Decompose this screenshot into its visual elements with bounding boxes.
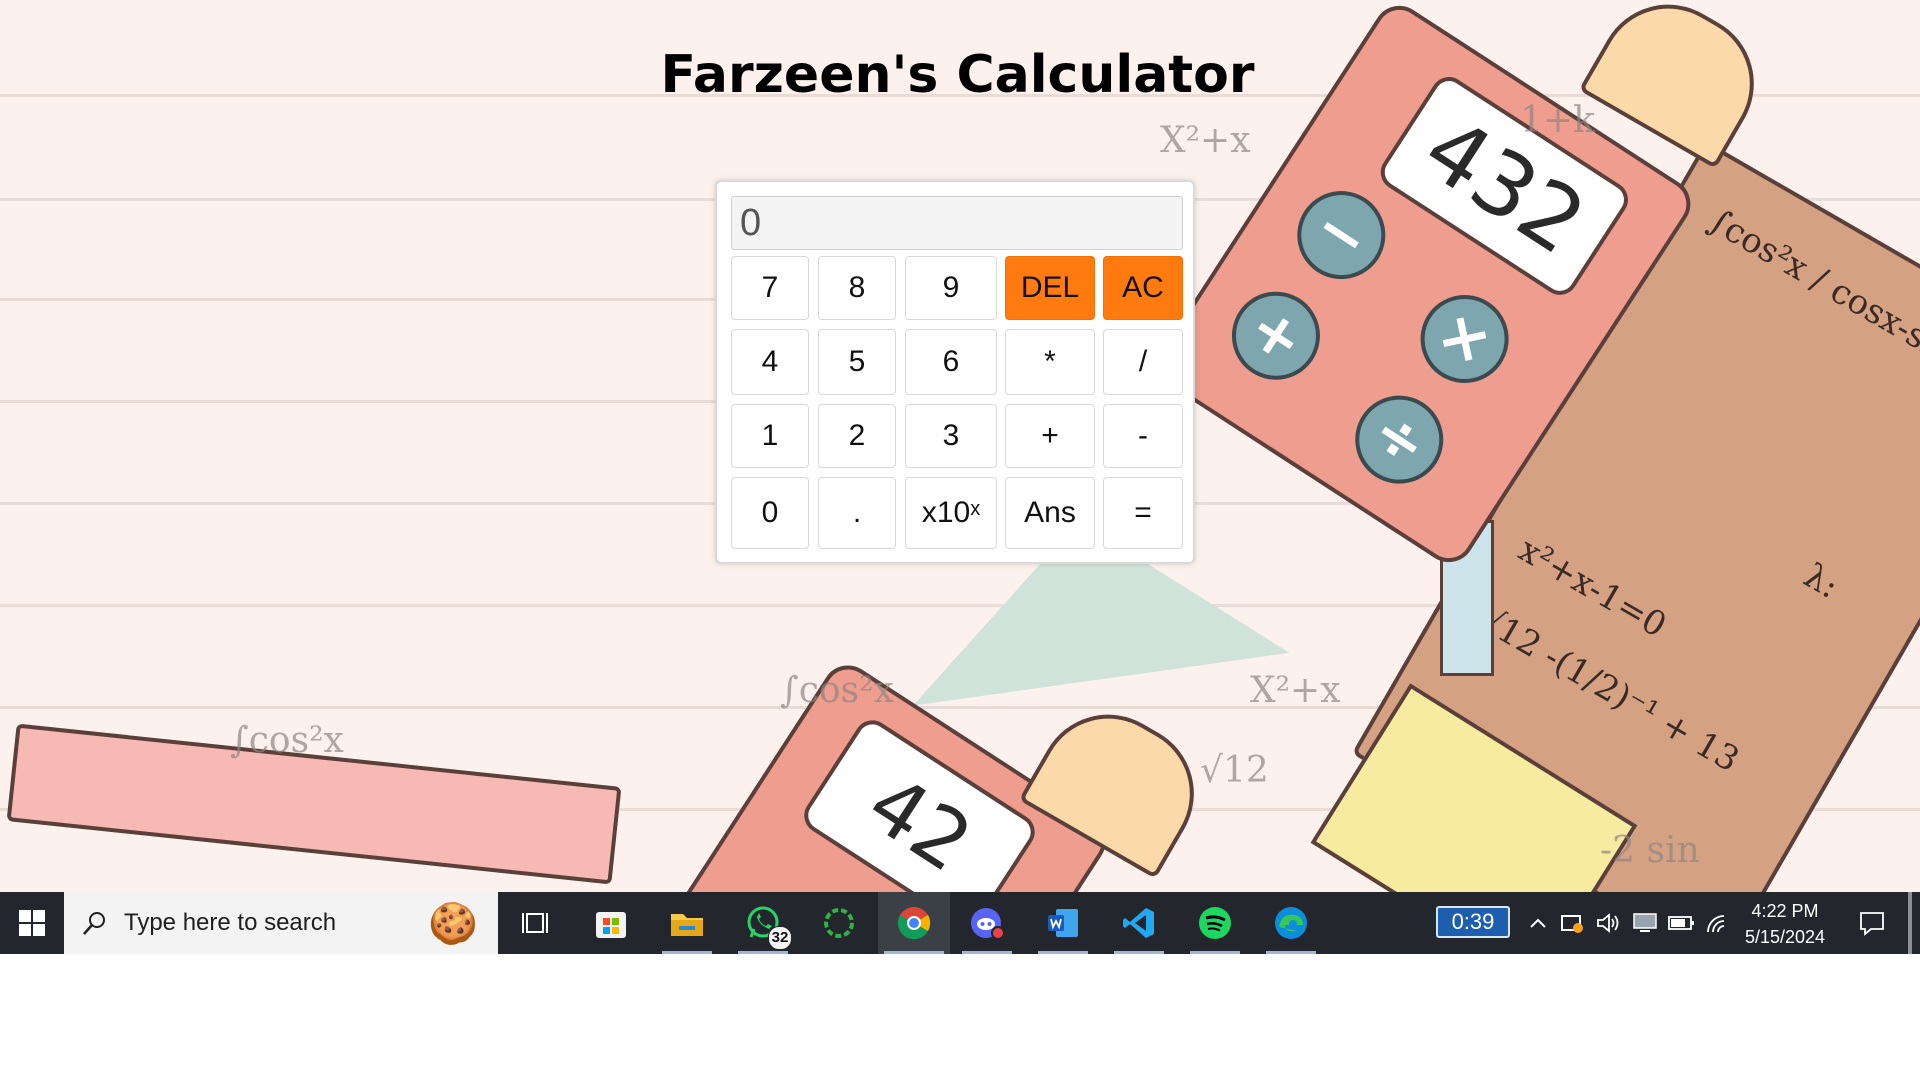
edge-icon xyxy=(1275,907,1307,939)
spotify-icon xyxy=(1199,907,1231,939)
volume-button[interactable] xyxy=(1592,892,1624,954)
display-button[interactable] xyxy=(1628,892,1662,954)
start-button[interactable] xyxy=(0,892,64,954)
vscode-button[interactable] xyxy=(1108,892,1170,954)
task-view-button[interactable] xyxy=(504,892,566,954)
doodle-text: ∫cos²x xyxy=(230,720,344,761)
page-title: Farzeen's Calculator xyxy=(660,45,1255,105)
edge-button[interactable] xyxy=(1260,892,1322,954)
notifications-button[interactable] xyxy=(1850,892,1894,954)
key-1[interactable]: 1 xyxy=(731,404,809,468)
notification-icon xyxy=(1860,912,1884,936)
monitor-icon xyxy=(1633,913,1657,932)
doodle-text: -2 sin xyxy=(1600,830,1700,871)
microsoft-store-icon xyxy=(596,912,626,938)
microsoft-store-button[interactable] xyxy=(580,892,642,954)
app-running-indicator xyxy=(738,951,788,954)
exponent-button[interactable]: x10 x xyxy=(905,477,997,549)
key-2[interactable]: 2 xyxy=(818,404,896,468)
key-5[interactable]: 5 xyxy=(818,329,896,395)
taskbar-search-box[interactable]: Type here to search 🍪 xyxy=(64,892,498,954)
word-icon xyxy=(1048,909,1078,937)
battery-icon xyxy=(1668,916,1694,930)
formula-text: λ: xyxy=(1796,555,1846,607)
minus-icon: − xyxy=(1280,174,1403,296)
app-running-indicator xyxy=(1190,951,1240,954)
chrome-button[interactable] xyxy=(878,892,950,954)
search-icon xyxy=(83,912,105,935)
exponent-superscript: x xyxy=(970,497,981,520)
whatsapp-unread-badge: 32 xyxy=(768,926,792,950)
app-running-indicator xyxy=(1038,951,1088,954)
spotify-button[interactable] xyxy=(1184,892,1246,954)
key-6[interactable]: 6 xyxy=(905,329,997,395)
windows-logo-icon xyxy=(19,910,45,936)
sync-app-button[interactable] xyxy=(808,892,870,954)
all-clear-button[interactable]: AC xyxy=(1103,256,1183,320)
page-background: ∫cos²x / cosx-sinx dx x²+x-1=0 √12 -(1/2… xyxy=(0,0,1920,892)
divide-icon: ÷ xyxy=(1338,378,1461,501)
formula-text: ∫cos²x / cosx-sinx dx xyxy=(1701,200,1920,410)
show-hidden-icons-button[interactable] xyxy=(1522,892,1554,954)
wifi-icon xyxy=(1707,915,1725,933)
app-running-indicator xyxy=(962,951,1012,954)
app-running-indicator xyxy=(662,951,712,954)
chrome-icon xyxy=(897,907,931,940)
cookie-icon[interactable]: 🍪 xyxy=(428,900,478,947)
task-view-icon xyxy=(522,913,548,933)
doodle-text: 1+k xyxy=(1520,100,1595,141)
vscode-icon xyxy=(1123,908,1154,938)
clock-date: 5/15/2024 xyxy=(1744,927,1826,947)
doodle-text: ∫cos²x xyxy=(780,670,894,711)
doodle-text: X²+x xyxy=(1160,120,1251,161)
show-desktop-strip[interactable] xyxy=(1908,892,1912,954)
calculator-display[interactable]: 0 xyxy=(731,196,1183,250)
whatsapp-button[interactable]: 32 xyxy=(732,892,794,954)
taskbar-clock[interactable]: 4:22 PM 5/15/2024 xyxy=(1730,898,1840,950)
key-0[interactable]: 0 xyxy=(731,477,809,549)
key-7[interactable]: 7 xyxy=(731,256,809,320)
folder-icon xyxy=(671,914,703,936)
speaker-icon xyxy=(1597,913,1619,933)
key-9[interactable]: 9 xyxy=(905,256,997,320)
discord-icon xyxy=(971,908,1005,940)
calculator-illustration-screen: 42 xyxy=(797,713,1042,892)
refresh-circle-icon xyxy=(824,908,854,938)
decimal-button[interactable]: . xyxy=(818,477,896,549)
word-button[interactable] xyxy=(1032,892,1094,954)
search-placeholder: Type here to search xyxy=(124,909,337,936)
app-running-indicator xyxy=(884,951,944,954)
sync-status-icon xyxy=(1561,915,1583,933)
clock-time: 4:22 PM xyxy=(1751,901,1819,921)
answer-button[interactable]: Ans xyxy=(1005,477,1095,549)
chevron-up-icon xyxy=(1530,918,1546,928)
key-3[interactable]: 3 xyxy=(905,404,997,468)
key-4[interactable]: 4 xyxy=(731,329,809,395)
exponent-base-label: x10 xyxy=(921,496,971,529)
app-running-indicator xyxy=(1266,951,1316,954)
multiply-button[interactable]: * xyxy=(1005,329,1095,395)
app-running-indicator xyxy=(1114,951,1164,954)
doodle-text: √12 xyxy=(1200,750,1269,791)
add-button[interactable]: + xyxy=(1005,404,1095,468)
plus-icon: + xyxy=(1215,274,1337,397)
sync-status-button[interactable] xyxy=(1556,892,1588,954)
file-explorer-button[interactable] xyxy=(656,892,718,954)
wifi-button[interactable] xyxy=(1700,892,1732,954)
equals-button[interactable]: = xyxy=(1103,477,1183,549)
key-8[interactable]: 8 xyxy=(818,256,896,320)
doodle-text: X²+x xyxy=(1250,670,1341,711)
subtract-button[interactable]: - xyxy=(1103,404,1183,468)
discord-button[interactable] xyxy=(956,892,1018,954)
divide-button[interactable]: / xyxy=(1103,329,1183,395)
multiply-icon: × xyxy=(1403,278,1526,400)
calculator: 0 7 8 9 DEL AC 4 5 6 * / 1 2 3 + - 0 . x… xyxy=(715,180,1195,564)
delete-button[interactable]: DEL xyxy=(1005,256,1095,320)
taskbar: Type here to search 🍪 32 0:39 4:22 PM 5/… xyxy=(0,892,1920,954)
battery-button[interactable] xyxy=(1664,892,1698,954)
timer-widget[interactable]: 0:39 xyxy=(1436,906,1510,938)
